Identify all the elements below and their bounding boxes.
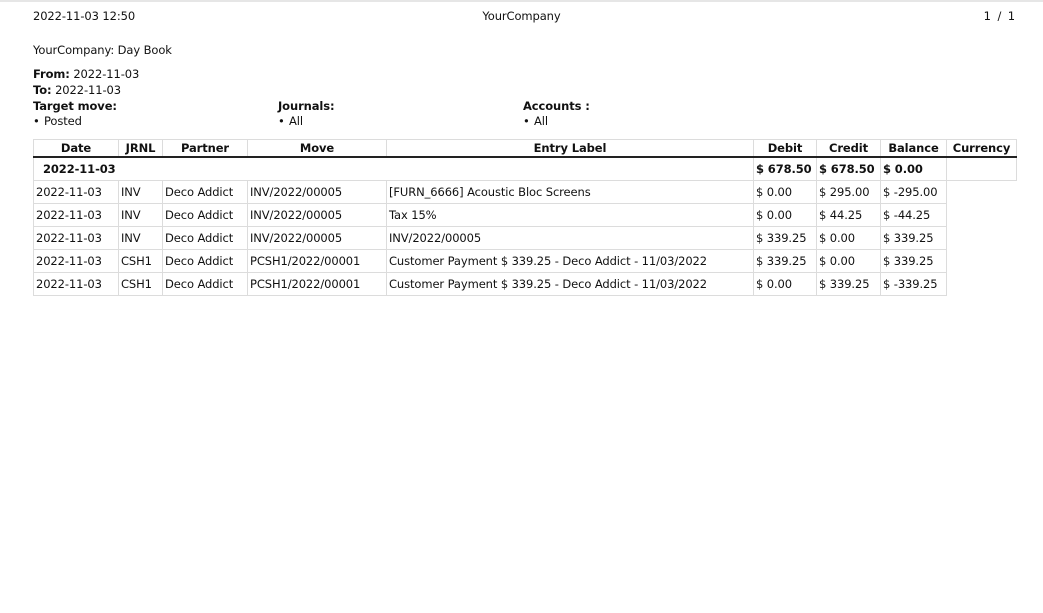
filter-journals-item: • All [278,114,334,129]
cell-balance: $ -295.00 [880,180,947,204]
cell-balance: $ -44.25 [880,203,947,227]
filter-target-move-label: Target move: [33,99,117,113]
page-indicator: 1 / 1 [983,9,1015,23]
table-header-row: Date JRNL Partner Move Entry Label Debit… [33,139,1017,158]
to-label: To: [33,83,52,97]
cell-partner: Deco Addict [162,226,248,250]
cell-debit: $ 339.25 [753,226,817,250]
cell-jrnl: CSH1 [118,249,163,273]
cell-partner: Deco Addict [162,203,248,227]
filter-journals-value: All [289,114,303,128]
cell-move: INV/2022/00005 [247,226,387,250]
col-header-entry-label: Entry Label [386,139,754,158]
col-header-partner: Partner [162,139,248,158]
bullet-icon: • [33,114,40,128]
cell-currency [947,273,1017,296]
cell-date: 2022-11-03 [33,180,119,204]
cell-debit: $ 0.00 [753,272,817,296]
cell-credit: $ 0.00 [816,226,881,250]
cell-partner: Deco Addict [162,180,248,204]
cell-entry-label: INV/2022/00005 [386,226,754,250]
cell-partner: Deco Addict [162,272,248,296]
cell-balance: $ -339.25 [880,272,947,296]
cell-partner: Deco Addict [162,249,248,273]
cell-debit: $ 0.00 [753,180,817,204]
cell-currency [947,204,1017,227]
company-name: YourCompany [482,9,561,23]
group-balance: $ 0.00 [880,156,947,181]
filter-accounts-item: • All [523,114,590,129]
col-header-debit: Debit [753,139,817,158]
filter-accounts-value: All [534,114,548,128]
col-header-move: Move [247,139,387,158]
col-header-date: Date [33,139,119,158]
day-book-table: Date JRNL Partner Move Entry Label Debit… [33,139,1017,296]
cell-entry-label: Customer Payment $ 339.25 - Deco Addict … [386,272,754,296]
cell-credit: $ 295.00 [816,180,881,204]
group-credit: $ 678.50 [816,156,881,181]
report-title: YourCompany: Day Book [33,43,172,57]
cell-debit: $ 339.25 [753,249,817,273]
filter-journals-label: Journals: [278,99,335,113]
cell-credit: $ 339.25 [816,272,881,296]
cell-credit: $ 44.25 [816,203,881,227]
group-debit: $ 678.50 [753,156,817,181]
cell-currency [947,227,1017,250]
cell-jrnl: INV [118,203,163,227]
cell-date: 2022-11-03 [33,249,119,273]
cell-date: 2022-11-03 [33,272,119,296]
filter-accounts-label: Accounts : [523,99,590,113]
group-currency [946,156,1017,181]
bullet-icon: • [523,114,530,128]
cell-move: PCSH1/2022/00001 [247,272,387,296]
table-row: 2022-11-03 INV Deco Addict INV/2022/0000… [33,180,1017,204]
cell-move: INV/2022/00005 [247,203,387,227]
col-header-credit: Credit [816,139,881,158]
cell-move: INV/2022/00005 [247,180,387,204]
cell-balance: $ 339.25 [880,249,947,273]
cell-currency [947,181,1017,204]
table-row: 2022-11-03 CSH1 Deco Addict PCSH1/2022/0… [33,272,1017,296]
filter-accounts: Accounts : • All [523,99,590,129]
col-header-currency: Currency [946,139,1017,158]
group-date: 2022-11-03 [33,156,754,181]
table-row: 2022-11-03 CSH1 Deco Addict PCSH1/2022/0… [33,249,1017,273]
to-value: 2022-11-03 [55,83,121,97]
cell-credit: $ 0.00 [816,249,881,273]
bullet-icon: • [278,114,285,128]
filter-target-move-item: • Posted [33,114,117,129]
from-label: From: [33,67,70,81]
table-row: 2022-11-03 INV Deco Addict INV/2022/0000… [33,226,1017,250]
cell-jrnl: CSH1 [118,272,163,296]
table-row: 2022-11-03 INV Deco Addict INV/2022/0000… [33,203,1017,227]
cell-move: PCSH1/2022/00001 [247,249,387,273]
col-header-balance: Balance [880,139,947,158]
cell-balance: $ 339.25 [880,226,947,250]
cell-jrnl: INV [118,180,163,204]
cell-currency [947,250,1017,273]
cell-jrnl: INV [118,226,163,250]
from-line: From: 2022-11-03 [33,66,139,82]
cell-date: 2022-11-03 [33,226,119,250]
filter-journals: Journals: • All [278,99,335,129]
to-line: To: 2022-11-03 [33,82,139,98]
from-value: 2022-11-03 [73,67,140,81]
cell-date: 2022-11-03 [33,203,119,227]
cell-debit: $ 0.00 [753,203,817,227]
filter-target-move-value: Posted [44,114,82,128]
cell-entry-label: [FURN_6666] Acoustic Bloc Screens [386,180,754,204]
date-range: From: 2022-11-03 To: 2022-11-03 [33,66,139,98]
report-page: 2022-11-03 12:50 YourCompany 1 / 1 YourC… [0,0,1043,613]
cell-entry-label: Tax 15% [386,203,754,227]
col-header-jrnl: JRNL [118,139,163,158]
filter-target-move: Target move: • Posted [33,99,117,129]
cell-entry-label: Customer Payment $ 339.25 - Deco Addict … [386,249,754,273]
date-group-row: 2022-11-03 $ 678.50 $ 678.50 $ 0.00 [33,156,1017,181]
